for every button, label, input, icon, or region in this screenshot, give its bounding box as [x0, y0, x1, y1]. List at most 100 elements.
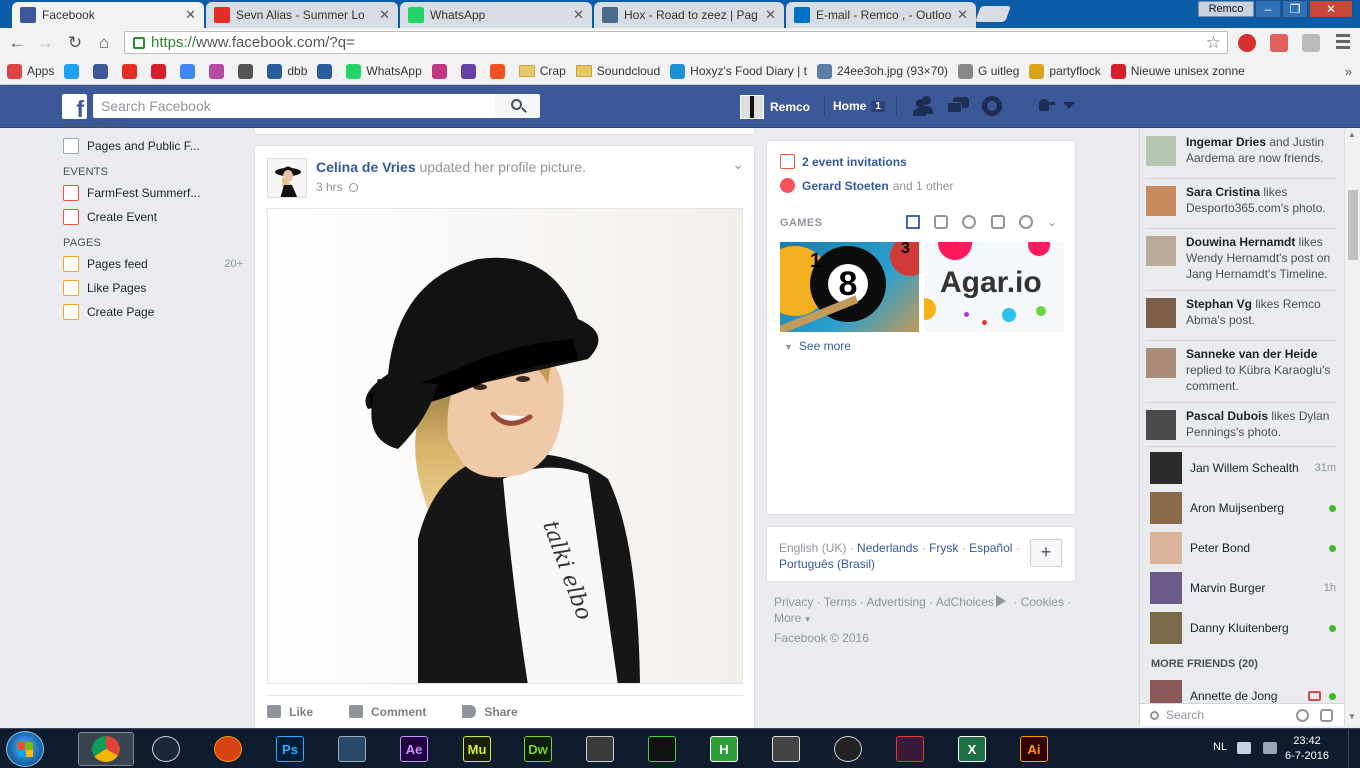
home-link[interactable]: Home 1	[833, 99, 885, 113]
address-bar[interactable]: https:// www.facebook.com/?q= ☆	[124, 31, 1228, 54]
footer-link-more[interactable]: More	[774, 611, 801, 625]
back-icon[interactable]: ←	[6, 32, 28, 54]
see-more-games-link[interactable]: ▼ See more	[784, 339, 851, 353]
footer-link-cookies[interactable]: Cookies	[1021, 595, 1064, 609]
ticker-story[interactable]: Sanneke van der Heide replied to Kübra K…	[1146, 346, 1338, 394]
taskbar-app-muse[interactable]: Mu	[449, 732, 505, 766]
tab-close-icon[interactable]: ✕	[957, 7, 968, 23]
taskbar-app-razer[interactable]	[634, 732, 690, 766]
system-clock[interactable]: 23:42 6-7-2016	[1282, 734, 1332, 764]
taskbar-app-illustrator[interactable]: Ai	[1006, 732, 1062, 766]
friends-games-tab-icon[interactable]	[962, 215, 976, 229]
chat-contact[interactable]: Danny Kluitenberg	[1150, 612, 1336, 644]
left-nav-item[interactable]: Pages and Public F...	[63, 134, 243, 158]
ticker-story[interactable]: Ingemar Dries and Justin Aardema are now…	[1146, 134, 1338, 166]
taskbar-app-steam[interactable]	[138, 732, 194, 766]
scrollbar-thumb[interactable]	[1348, 190, 1358, 260]
forward-icon[interactable]: →	[34, 32, 56, 54]
bookmark-item[interactable]: WhatsApp	[346, 63, 422, 79]
ticker-story[interactable]: Pascal Dubois likes Dylan Pennings's pho…	[1146, 408, 1338, 440]
browser-tab[interactable]: Hox - Road to zeez | Pag ✕	[594, 2, 784, 28]
chat-contact[interactable]: Aron Muijsenberg	[1150, 492, 1336, 524]
taskbar-app-dreamweaver[interactable]: Dw	[510, 732, 566, 766]
browser-tab[interactable]: Facebook ✕	[12, 2, 204, 28]
left-nav-item[interactable]: Like Pages	[63, 276, 243, 300]
bookmark-item[interactable]	[122, 63, 142, 79]
bookmark-item[interactable]	[460, 63, 481, 79]
bookmark-item[interactable]	[489, 63, 510, 79]
taskbar-app-hearthstone-deck-tracker[interactable]: H	[696, 732, 752, 766]
language-link-fy[interactable]: Frysk	[929, 541, 958, 555]
bookmark-item[interactable]: Hoxyz's Food Diary | t	[670, 63, 807, 79]
scroll-down-arrow-icon[interactable]: ▼	[1348, 712, 1356, 721]
language-link-pt[interactable]: Português (Brasil)	[779, 557, 875, 571]
facebook-search-input[interactable]	[93, 94, 495, 118]
taskbar-app-game[interactable]	[882, 732, 938, 766]
taskbar-app-firefox[interactable]	[200, 732, 256, 766]
tab-close-icon[interactable]: ✕	[573, 7, 584, 23]
bookmark-item[interactable]: G uitleg	[958, 63, 1019, 79]
tab-close-icon[interactable]: ✕	[379, 7, 390, 23]
birthday-name-link[interactable]: Gerard Stoeten	[802, 179, 889, 193]
post-author-avatar[interactable]	[267, 158, 307, 198]
post-timestamp[interactable]: 3 hrs	[316, 180, 343, 194]
bookmark-item[interactable]	[64, 63, 84, 79]
battery-icon[interactable]	[1237, 742, 1251, 754]
chat-search-input[interactable]	[1144, 707, 1284, 723]
browser-tab[interactable]: Sevn Alias - Summer Lo ✕	[206, 2, 398, 28]
tab-close-icon[interactable]: ✕	[185, 7, 196, 23]
scroll-up-arrow-icon[interactable]: ▲	[1348, 130, 1356, 139]
game-tile-agar-io[interactable]: Agar.io	[924, 242, 1064, 332]
taskbar-app-notes[interactable]	[758, 732, 814, 766]
games-more-chevron-icon[interactable]: ⌄	[1047, 215, 1057, 229]
footer-link-adchoices[interactable]: AdChoices	[936, 595, 994, 609]
extension-icon[interactable]	[1302, 34, 1320, 52]
adblock-plus-icon[interactable]	[1238, 34, 1256, 52]
language-link-es[interactable]: Español	[969, 541, 1012, 555]
reload-icon[interactable]: ↻	[64, 32, 86, 54]
chat-contact[interactable]: Peter Bond	[1150, 532, 1336, 564]
bookmark-item[interactable]	[93, 63, 113, 79]
bookmark-item[interactable]: Soundcloud	[575, 64, 660, 78]
account-menu-chevron-icon[interactable]	[1063, 102, 1075, 109]
taskbar-app-video[interactable]	[572, 732, 628, 766]
taskbar-app-keyboard[interactable]	[324, 732, 380, 766]
left-nav-item[interactable]: Pages feed 20+	[63, 252, 243, 276]
taskbar-app-after-effects[interactable]: Ae	[386, 732, 442, 766]
footer-link-terms[interactable]: Terms	[824, 595, 857, 609]
more-languages-plus-button[interactable]: +	[1030, 539, 1062, 567]
minimize-button[interactable]: –	[1255, 0, 1281, 18]
bookmark-item[interactable]	[180, 63, 200, 79]
left-nav-item[interactable]: Create Page	[63, 300, 243, 324]
bookmark-item[interactable]	[317, 63, 337, 79]
ticker-story[interactable]: Sara Cristina likes Desporto365.com's ph…	[1146, 184, 1338, 216]
close-window-button[interactable]: ✕	[1309, 0, 1353, 18]
bookmark-item[interactable]: Nieuwe unisex zonne	[1110, 63, 1245, 79]
start-button[interactable]	[6, 731, 44, 767]
bookmark-item[interactable]	[151, 63, 171, 79]
browser-tab[interactable]: WhatsApp ✕	[400, 2, 592, 28]
birthday-row[interactable]: Gerard Stoeten and 1 other	[780, 178, 953, 193]
facebook-logo-icon[interactable]: f	[62, 94, 87, 119]
chat-contact[interactable]: Marvin Burger 1h	[1150, 572, 1336, 604]
share-button[interactable]: Share	[462, 705, 518, 719]
maximize-button[interactable]: ❐	[1282, 0, 1308, 18]
post-author-link[interactable]: Celina de Vries	[316, 159, 416, 175]
chat-contact[interactable]: Jan Willem Schealth 31m	[1150, 452, 1336, 484]
taskbar-app-excel[interactable]: X	[944, 732, 1000, 766]
left-nav-item[interactable]: Create Event	[63, 205, 243, 229]
bookmark-games-tab-icon[interactable]	[906, 215, 920, 229]
audience-globe-icon[interactable]	[348, 182, 358, 192]
game-tile-8-ball-pool[interactable]: 8 1 3	[780, 242, 919, 332]
bookmark-item[interactable]	[209, 63, 229, 79]
tab-close-icon[interactable]: ✕	[765, 7, 776, 23]
profile-link[interactable]: Remco	[740, 95, 810, 119]
bookmark-item[interactable]: dbb	[267, 63, 307, 79]
chrome-menu-icon[interactable]	[1336, 34, 1350, 52]
new-message-icon[interactable]	[1320, 709, 1333, 722]
bookmark-item[interactable]	[238, 63, 258, 79]
messages-icon[interactable]	[947, 96, 969, 116]
home-icon[interactable]: ⌂	[93, 32, 115, 54]
footer-link-advertising[interactable]: Advertising	[866, 595, 925, 609]
language-link-nl[interactable]: Nederlands	[857, 541, 918, 555]
